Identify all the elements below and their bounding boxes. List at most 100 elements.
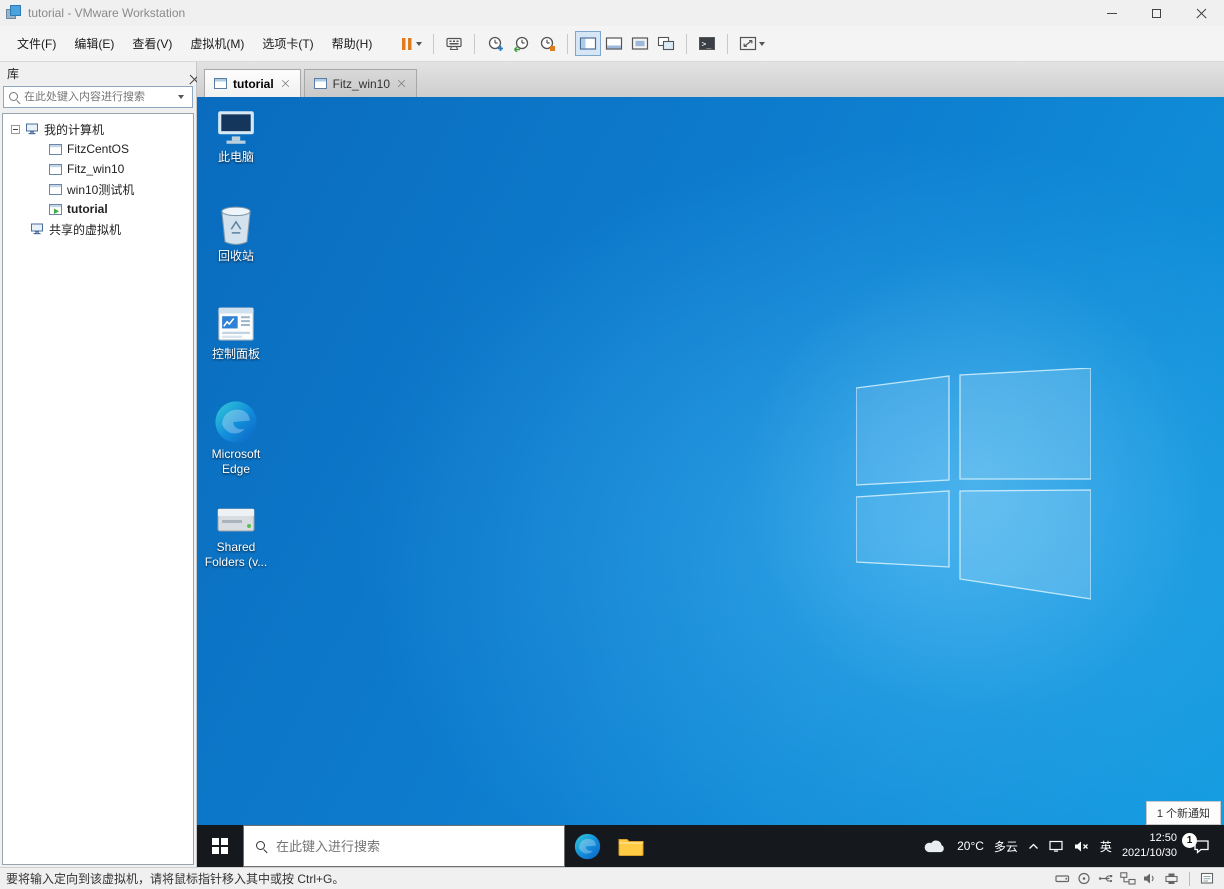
cd-icon[interactable]: [1077, 872, 1091, 885]
divider: [1189, 872, 1190, 886]
desktop-icon-control-panel[interactable]: 控制面板: [199, 304, 273, 362]
file-explorer-icon: [618, 836, 644, 857]
weather-condition[interactable]: 多云: [994, 838, 1018, 855]
window-controls: [1089, 0, 1224, 26]
vmware-workstation-window: tutorial - VMware Workstation 文件(F) 编辑(E…: [0, 0, 1224, 889]
shared-folders-icon: [215, 503, 257, 537]
vm-tree: 我的计算机 FitzCentOS Fitz_win10 win10测试机 tut…: [2, 113, 194, 865]
taskbar-explorer-button[interactable]: [609, 825, 653, 867]
library-panel: 库 我的计算机 FitzCentOS Fitz_win10: [0, 62, 197, 867]
start-button[interactable]: [197, 825, 243, 867]
taskbar: 20°C 多云 英 12:50 2021/10/30 1: [197, 825, 1224, 867]
svg-text:>_: >_: [702, 40, 712, 49]
send-ctrl-alt-del-button[interactable]: [441, 31, 467, 56]
tree-item-tutorial[interactable]: tutorial: [3, 199, 193, 219]
desktop-icon-shared-folders[interactable]: Shared Folders (v...: [199, 503, 273, 570]
fullscreen-icon: [631, 36, 649, 51]
take-snapshot-button[interactable]: [482, 31, 508, 56]
menu-view[interactable]: 查看(V): [123, 31, 181, 56]
network-icon[interactable]: [1120, 872, 1136, 885]
library-title: 库: [7, 65, 19, 82]
library-search-input[interactable]: [24, 91, 170, 103]
language-indicator[interactable]: 英: [1100, 838, 1112, 855]
pause-icon: [399, 36, 414, 51]
status-message: 要将输入定向到该虚拟机，请将鼠标指针移入其中或按 Ctrl+G。: [6, 870, 344, 887]
menubar: 文件(F) 编辑(E) 查看(V) 虚拟机(M) 选项卡(T) 帮助(H): [0, 26, 1224, 62]
tab-tutorial[interactable]: tutorial: [204, 69, 301, 97]
stretch-icon: [739, 36, 757, 51]
close-button[interactable]: [1179, 0, 1224, 26]
menu-tabs[interactable]: 选项卡(T): [253, 31, 322, 56]
vm-icon: [49, 164, 62, 175]
search-icon: [8, 91, 20, 103]
vm-tab-icon: [314, 78, 327, 89]
desktop-icon-this-pc[interactable]: 此电脑: [199, 109, 273, 165]
chevron-down-icon: [416, 42, 422, 46]
maximize-icon: [1152, 9, 1161, 18]
vmware-logo-icon: [6, 5, 22, 21]
console-icon: >_: [698, 36, 716, 51]
vm-desktop[interactable]: 此电脑 回收站 控制面板 Microsoft Edge Shared Folde…: [197, 97, 1224, 867]
usb-icon[interactable]: [1098, 872, 1113, 885]
hdd-icon[interactable]: [1055, 872, 1070, 885]
snapshot-clock-icon: [487, 35, 504, 52]
maximize-button[interactable]: [1134, 0, 1179, 26]
recycle-bin-icon: [217, 204, 255, 246]
titlebar: tutorial - VMware Workstation: [0, 0, 1224, 26]
status-bar: 要将输入定向到该虚拟机，请将鼠标指针移入其中或按 Ctrl+G。: [0, 867, 1224, 889]
tree-item-win10-test[interactable]: win10测试机: [3, 179, 193, 199]
cloud-weather-icon: [923, 839, 947, 854]
chevron-up-icon[interactable]: [1028, 843, 1039, 850]
menu-edit[interactable]: 编辑(E): [65, 31, 123, 56]
search-dropdown-button[interactable]: [174, 95, 188, 99]
taskbar-search[interactable]: [243, 825, 565, 867]
tree-item-fitzcentos[interactable]: FitzCentOS: [3, 139, 193, 159]
library-header: 库: [0, 62, 196, 85]
tab-close-icon[interactable]: [281, 80, 289, 88]
vm-running-icon: [49, 204, 62, 215]
pause-button[interactable]: [395, 31, 426, 56]
unity-button[interactable]: [653, 31, 679, 56]
console-view-button[interactable]: >_: [694, 31, 720, 56]
desktop-icon-recycle-bin[interactable]: 回收站: [199, 204, 273, 264]
chevron-down-icon: [178, 95, 184, 99]
desktop-icon-edge[interactable]: Microsoft Edge: [199, 400, 273, 477]
action-center-button[interactable]: 1: [1187, 832, 1215, 860]
tab-close-icon[interactable]: [398, 80, 406, 88]
minimize-icon: [1107, 13, 1117, 14]
tab-fitz-win10[interactable]: Fitz_win10: [304, 69, 417, 97]
start-icon: [212, 838, 229, 855]
tree-item-shared-vms[interactable]: 共享的虚拟机: [3, 219, 193, 239]
menu-help[interactable]: 帮助(H): [323, 31, 382, 56]
menu-vm[interactable]: 虚拟机(M): [181, 31, 253, 56]
manage-snapshots-button[interactable]: [534, 31, 560, 56]
tab-strip: tutorial Fitz_win10: [197, 62, 1224, 97]
tree-item-my-computer[interactable]: 我的计算机: [3, 119, 193, 139]
snapshot-manager-icon: [539, 35, 556, 52]
collapse-icon[interactable]: [11, 125, 20, 134]
toggle-library-button[interactable]: [575, 31, 601, 56]
shared-vms-icon: [30, 223, 44, 235]
fullscreen-button[interactable]: [627, 31, 653, 56]
volume-muted-icon[interactable]: [1074, 840, 1090, 853]
clock-time: 12:50: [1122, 831, 1177, 846]
toggle-thumbnail-bar-button[interactable]: [601, 31, 627, 56]
tree-item-fitz-win10[interactable]: Fitz_win10: [3, 159, 193, 179]
keyboard-icon: [445, 36, 463, 52]
taskbar-edge-button[interactable]: [565, 825, 609, 867]
taskbar-clock[interactable]: 12:50 2021/10/30: [1122, 831, 1177, 862]
display-tray-icon[interactable]: [1049, 840, 1064, 853]
minimize-button[interactable]: [1089, 0, 1134, 26]
snapshot-revert-icon: [513, 35, 530, 52]
sound-icon[interactable]: [1143, 872, 1157, 885]
clock-date: 2021/10/30: [1122, 846, 1177, 861]
stretch-guest-button[interactable]: [735, 31, 769, 56]
weather-temp[interactable]: 20°C: [957, 839, 984, 853]
menu-file[interactable]: 文件(F): [8, 31, 65, 56]
taskbar-search-input[interactable]: [276, 839, 553, 854]
revert-snapshot-button[interactable]: [508, 31, 534, 56]
device-status-icons: [1055, 872, 1218, 886]
message-icon[interactable]: [1200, 872, 1215, 885]
printer-icon[interactable]: [1164, 872, 1179, 885]
notification-toast[interactable]: 1 个新通知: [1146, 801, 1221, 825]
